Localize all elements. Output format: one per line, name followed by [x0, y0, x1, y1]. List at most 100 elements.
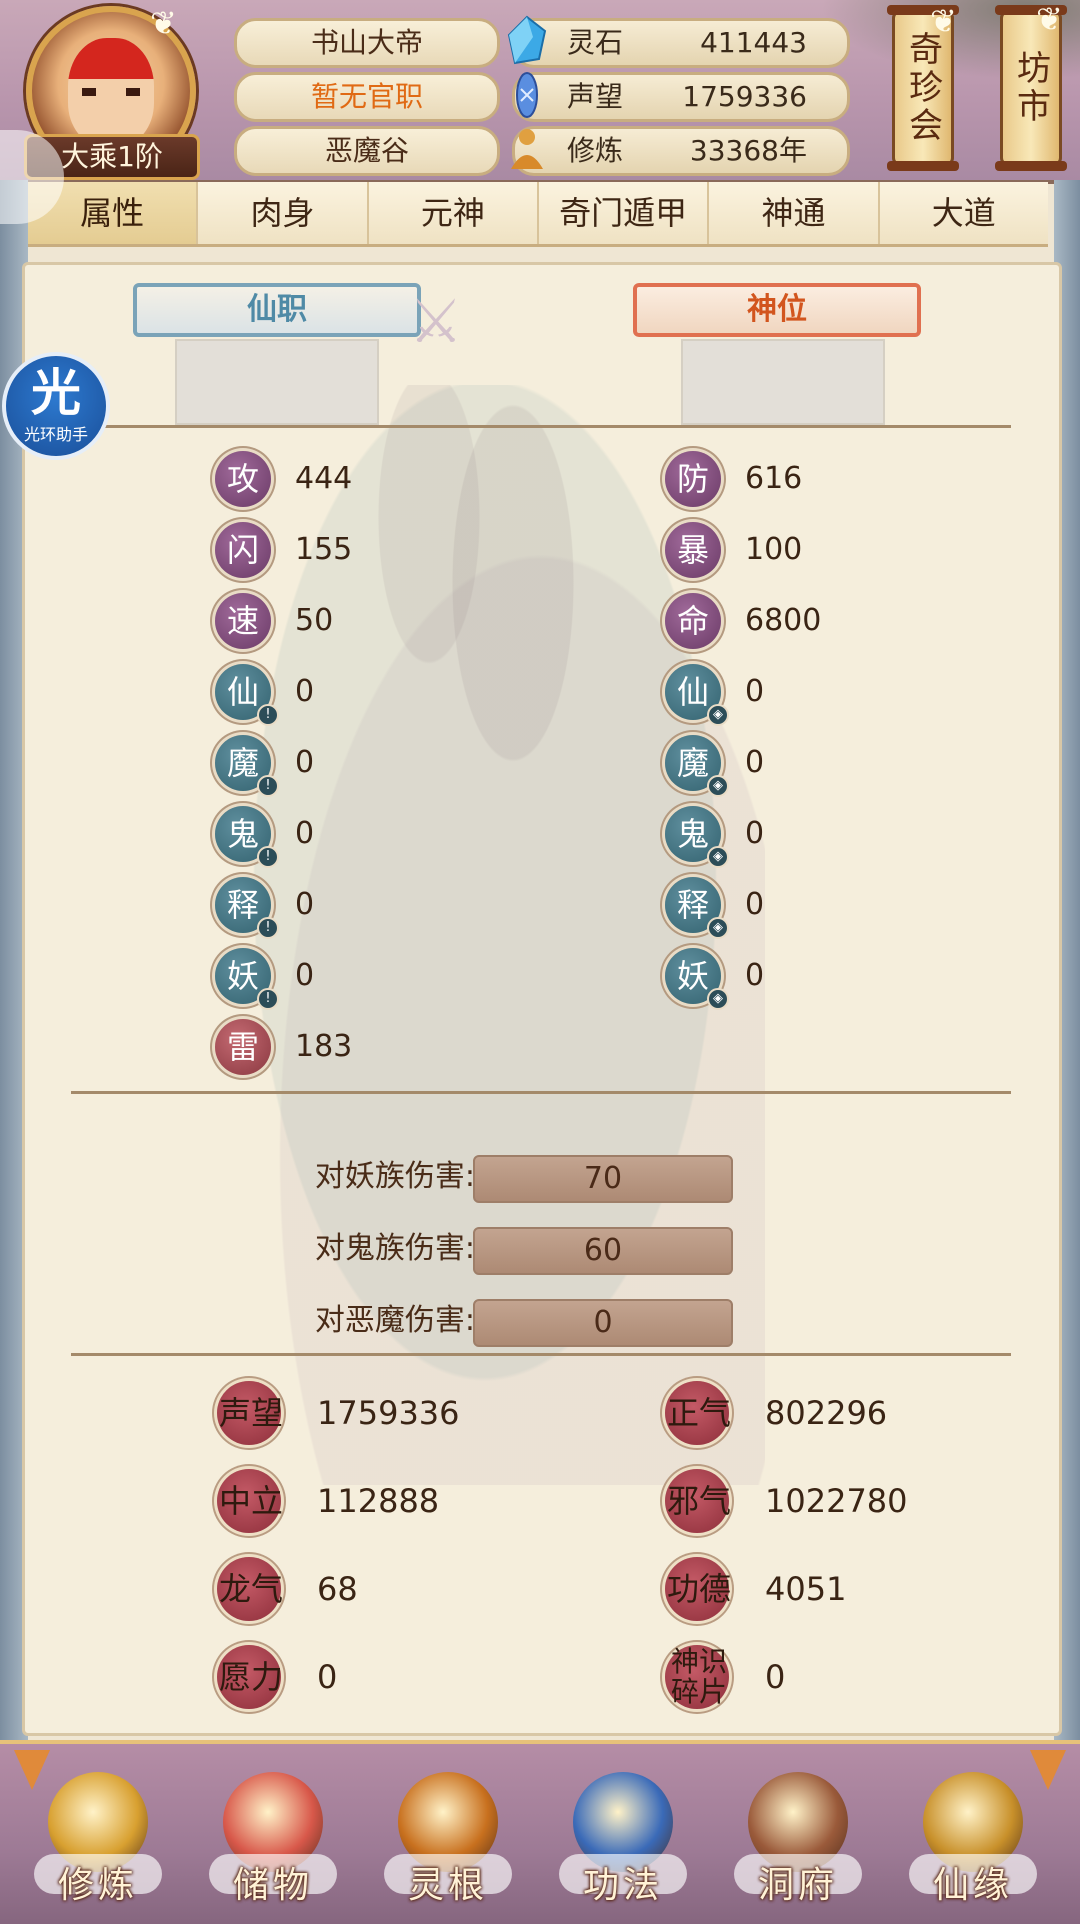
- meditation-icon: [511, 129, 543, 169]
- shield-mark-icon: ◈: [707, 988, 729, 1010]
- nav-item[interactable]: 灵根: [368, 1744, 528, 1924]
- alert-mark-icon: !: [257, 775, 279, 797]
- stat-value: 0: [745, 958, 765, 993]
- butterfly-icon: ❦: [930, 2, 957, 40]
- nav-item-label: 洞府: [757, 1865, 838, 1906]
- stat-value: 0: [295, 816, 315, 851]
- stat-value: 50: [295, 603, 334, 638]
- nav-item[interactable]: 储物: [193, 1744, 353, 1924]
- stat-value: 6800: [745, 603, 822, 638]
- cultivation-counter: 修炼 33368年: [511, 126, 850, 176]
- shield-mark-icon: ◈: [707, 846, 729, 868]
- stat-value: 0: [295, 887, 315, 922]
- reputation-label: 正气: [666, 1394, 731, 1432]
- butterfly-icon: ❦: [150, 4, 177, 42]
- stat-badge[interactable]: 雷: [215, 1019, 271, 1075]
- damage-value-devil: 0: [473, 1299, 733, 1347]
- nav-item-label: 灵根: [407, 1865, 488, 1906]
- tab-body[interactable]: 肉身: [198, 182, 369, 244]
- official-post[interactable]: 暂无官职: [234, 72, 500, 122]
- nav-item-label: 功法: [582, 1865, 663, 1906]
- resource-label: 声望: [567, 80, 624, 113]
- stat-value: 616: [745, 461, 803, 496]
- aura-helper-button[interactable]: 光 光环助手: [2, 352, 110, 460]
- stat-badge[interactable]: 命: [665, 593, 721, 649]
- reputation-value: 112888: [317, 1482, 440, 1520]
- shield-mark-icon: ◈: [707, 775, 729, 797]
- reputation-label: 神识碎片: [670, 1645, 727, 1708]
- stat-value: 183: [295, 1029, 353, 1064]
- reputation-value: 1022780: [765, 1482, 908, 1520]
- stat-value: 0: [745, 674, 765, 709]
- nav-item-label: 修炼: [57, 1865, 138, 1906]
- reputation-label: 愿力: [218, 1658, 283, 1696]
- section-divider: [71, 1091, 1011, 1094]
- damage-value-ghost-race: 60: [473, 1227, 733, 1275]
- stat-badge[interactable]: 防: [665, 451, 721, 507]
- stat-badge[interactable]: 攻: [215, 451, 271, 507]
- alert-mark-icon: !: [257, 846, 279, 868]
- reputation-label: 功德: [666, 1570, 731, 1608]
- crossed-swords-icon: ⚔: [409, 287, 463, 357]
- top-header: ❦ 大乘1阶 书山大帝 暂无官职 恶魔谷 灵石 411443 声望 175933…: [0, 0, 1080, 184]
- alert-mark-icon: !: [257, 704, 279, 726]
- attribute-panel: 仙职 ⚔ 神位 攻 444 闪 155 速 50 仙! 0 魔! 0 鬼! 0 释! 0 妖! 0 雷 183 防…: [22, 262, 1062, 1736]
- immortal-post-banner: 仙职: [133, 283, 421, 337]
- player-name: 书山大帝: [234, 18, 500, 68]
- reputation-counter: 声望 1759336: [512, 72, 850, 122]
- immortal-post-slot[interactable]: [175, 339, 379, 425]
- resource-value: 33368年: [689, 134, 807, 167]
- damage-label-ghost-race: 对鬼族伤害:: [314, 1231, 475, 1266]
- helper-label: 光环助手: [23, 425, 88, 444]
- tab-spirit[interactable]: 元神: [369, 182, 539, 244]
- resource-value: 1759336: [682, 80, 807, 113]
- reputation-label: 中立: [218, 1482, 283, 1520]
- tab-divine-powers[interactable]: 神通: [709, 182, 880, 244]
- reputation-value: 4051: [765, 1570, 847, 1608]
- stat-value: 444: [295, 461, 353, 496]
- nav-item[interactable]: 仙缘: [893, 1744, 1053, 1924]
- spirit-stone-icon: [507, 15, 547, 65]
- resource-value: 411443: [700, 26, 807, 59]
- divine-rank-slot[interactable]: [681, 339, 885, 425]
- stat-value: 0: [745, 887, 765, 922]
- category-tabs: 属性 肉身 元神 奇门遁甲 神通 大道: [28, 182, 1048, 247]
- reputation-value: 0: [317, 1658, 338, 1696]
- nav-item[interactable]: 修炼: [18, 1744, 178, 1924]
- butterfly-icon: ❦: [1036, 0, 1063, 38]
- reputation-value: 1759336: [317, 1394, 460, 1432]
- stat-value: 0: [295, 958, 315, 993]
- nav-item[interactable]: 洞府: [718, 1744, 878, 1924]
- stat-value: 100: [745, 532, 803, 567]
- reputation-label: 邪气: [666, 1482, 731, 1520]
- shield-mark-icon: ◈: [707, 704, 729, 726]
- avatar-eyes: [82, 88, 140, 96]
- damage-value-demon-race: 70: [473, 1155, 733, 1203]
- helper-char: 光: [31, 364, 81, 422]
- stat-value: 0: [745, 745, 765, 780]
- stat-value: 0: [295, 674, 315, 709]
- stat-badge[interactable]: 闪: [215, 522, 271, 578]
- reputation-label: 声望: [218, 1394, 283, 1432]
- damage-label-devil: 对恶魔伤害:: [314, 1303, 475, 1338]
- damage-label-demon-race: 对妖族伤害:: [314, 1159, 475, 1194]
- stat-value: 0: [295, 745, 315, 780]
- sect-name: 恶魔谷: [234, 126, 500, 176]
- stat-badge[interactable]: 速: [215, 593, 271, 649]
- spirit-stone-counter: 灵石 411443: [507, 15, 850, 68]
- stat-value: 155: [295, 532, 353, 567]
- reputation-crystal-icon: [516, 72, 538, 118]
- nav-item-label: 仙缘: [932, 1865, 1013, 1906]
- tab-qimen-dunjia[interactable]: 奇门遁甲: [539, 182, 710, 244]
- nav-item[interactable]: 功法: [543, 1744, 703, 1924]
- tab-great-dao[interactable]: 大道: [880, 182, 1048, 244]
- reputation-value: 0: [765, 1658, 786, 1696]
- nav-item-label: 储物: [232, 1865, 313, 1906]
- stat-value: 0: [745, 816, 765, 851]
- stat-badge[interactable]: 暴: [665, 522, 721, 578]
- divine-rank-banner: 神位: [633, 283, 921, 337]
- section-divider: [71, 425, 1011, 428]
- alert-mark-icon: !: [257, 988, 279, 1010]
- bottom-navigation: 修炼 储物 灵根 功法 洞府 仙缘: [0, 1740, 1080, 1924]
- section-divider: [71, 1353, 1011, 1356]
